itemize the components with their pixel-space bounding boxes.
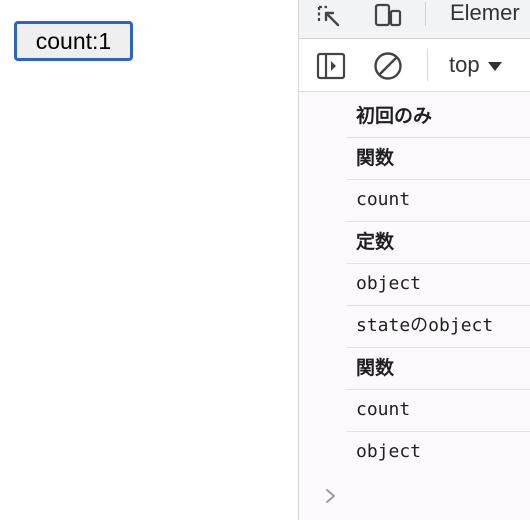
console-message: stateのobject	[347, 306, 530, 348]
context-selector[interactable]: top	[449, 49, 502, 81]
sidebar-toggle-icon[interactable]	[316, 51, 346, 81]
inspect-element-icon[interactable]	[313, 2, 343, 28]
console-message: 関数	[347, 138, 530, 180]
console-message: count	[347, 180, 530, 222]
clear-console-icon[interactable]	[373, 51, 403, 81]
device-toolbar-icon[interactable]	[373, 2, 403, 28]
devtools-tab-bar: Elemer	[299, 0, 530, 39]
console-message: object	[347, 264, 530, 306]
console-toolbar: top	[299, 39, 530, 92]
tab-elements[interactable]: Elemer	[450, 0, 520, 26]
console-message: 初回のみ	[347, 96, 530, 138]
console-message: 関数	[347, 348, 530, 390]
tab-separator	[425, 2, 426, 26]
console-message: count	[347, 390, 530, 432]
count-button[interactable]: count:1	[14, 21, 133, 61]
devtools-panel: Elemer top 初回のみ 関数 count 定数 object state…	[298, 0, 530, 520]
console-output: 初回のみ 関数 count 定数 object stateのobject 関数 …	[299, 92, 530, 520]
console-message: 定数	[347, 222, 530, 264]
toolbar-separator	[427, 49, 428, 81]
console-message: object	[356, 441, 422, 462]
chevron-right-icon[interactable]	[321, 484, 341, 508]
context-label: top	[449, 52, 480, 77]
caret-down-icon	[487, 61, 502, 71]
